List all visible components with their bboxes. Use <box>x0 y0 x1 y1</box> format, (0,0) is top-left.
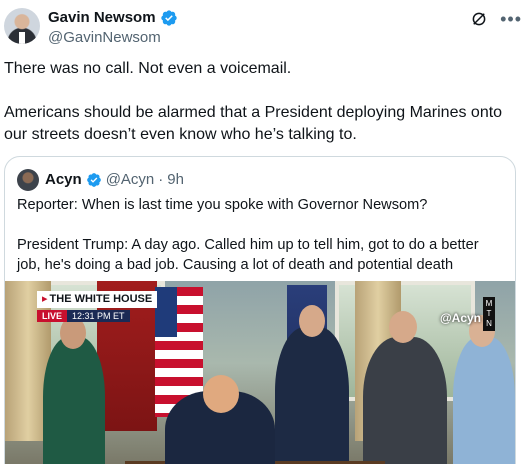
separator-dot: · <box>158 171 164 188</box>
verified-badge-icon <box>86 173 101 187</box>
video-watermark: @Acyn <box>439 311 481 325</box>
quoted-author-handle[interactable]: @Acyn <box>106 170 155 190</box>
person-standing <box>43 337 105 464</box>
quoted-author-avatar[interactable] <box>17 169 39 191</box>
author-name-link[interactable]: Gavin Newsom <box>48 8 178 28</box>
chyron-title: THE WHITE HOUSE <box>37 291 158 308</box>
quoted-post-header: Acyn @Acyn · 9h <box>17 169 184 191</box>
more-options-icon[interactable]: ••• <box>500 10 522 28</box>
live-label: LIVE <box>37 310 68 322</box>
author-handle[interactable]: @GavinNewsom <box>48 28 178 48</box>
network-tag: M T N <box>483 297 495 331</box>
author-display-name[interactable]: Gavin Newsom <box>48 8 156 28</box>
post-top-actions: ••• <box>470 10 522 28</box>
quoted-video-thumbnail[interactable]: THE WHITE HOUSE LIVE 12:31 PM ET @Acyn M… <box>5 281 515 464</box>
grok-icon[interactable] <box>470 10 488 28</box>
quoted-post[interactable]: Acyn @Acyn · 9h Reporter: When is last t… <box>4 156 516 464</box>
person-standing <box>453 337 515 464</box>
quoted-post-text: Reporter: When is last time you spoke wi… <box>17 197 479 273</box>
author-avatar[interactable] <box>4 8 40 44</box>
chyron-live-bar: LIVE 12:31 PM ET <box>37 310 157 322</box>
verified-badge-icon <box>160 10 177 26</box>
post-text: There was no call. Not even a voicemail.… <box>4 60 503 143</box>
author-info: Gavin Newsom @GavinNewsom <box>48 8 178 48</box>
person-head <box>389 311 417 343</box>
quoted-post-time[interactable]: 9h <box>167 170 184 190</box>
person-standing <box>363 337 447 464</box>
person-head <box>299 305 325 337</box>
live-time: 12:31 PM ET <box>67 310 130 322</box>
quoted-author-name[interactable]: Acyn <box>45 170 82 190</box>
person-standing <box>275 327 349 464</box>
news-chyron: THE WHITE HOUSE LIVE 12:31 PM ET <box>37 291 158 322</box>
person-head <box>203 375 239 413</box>
